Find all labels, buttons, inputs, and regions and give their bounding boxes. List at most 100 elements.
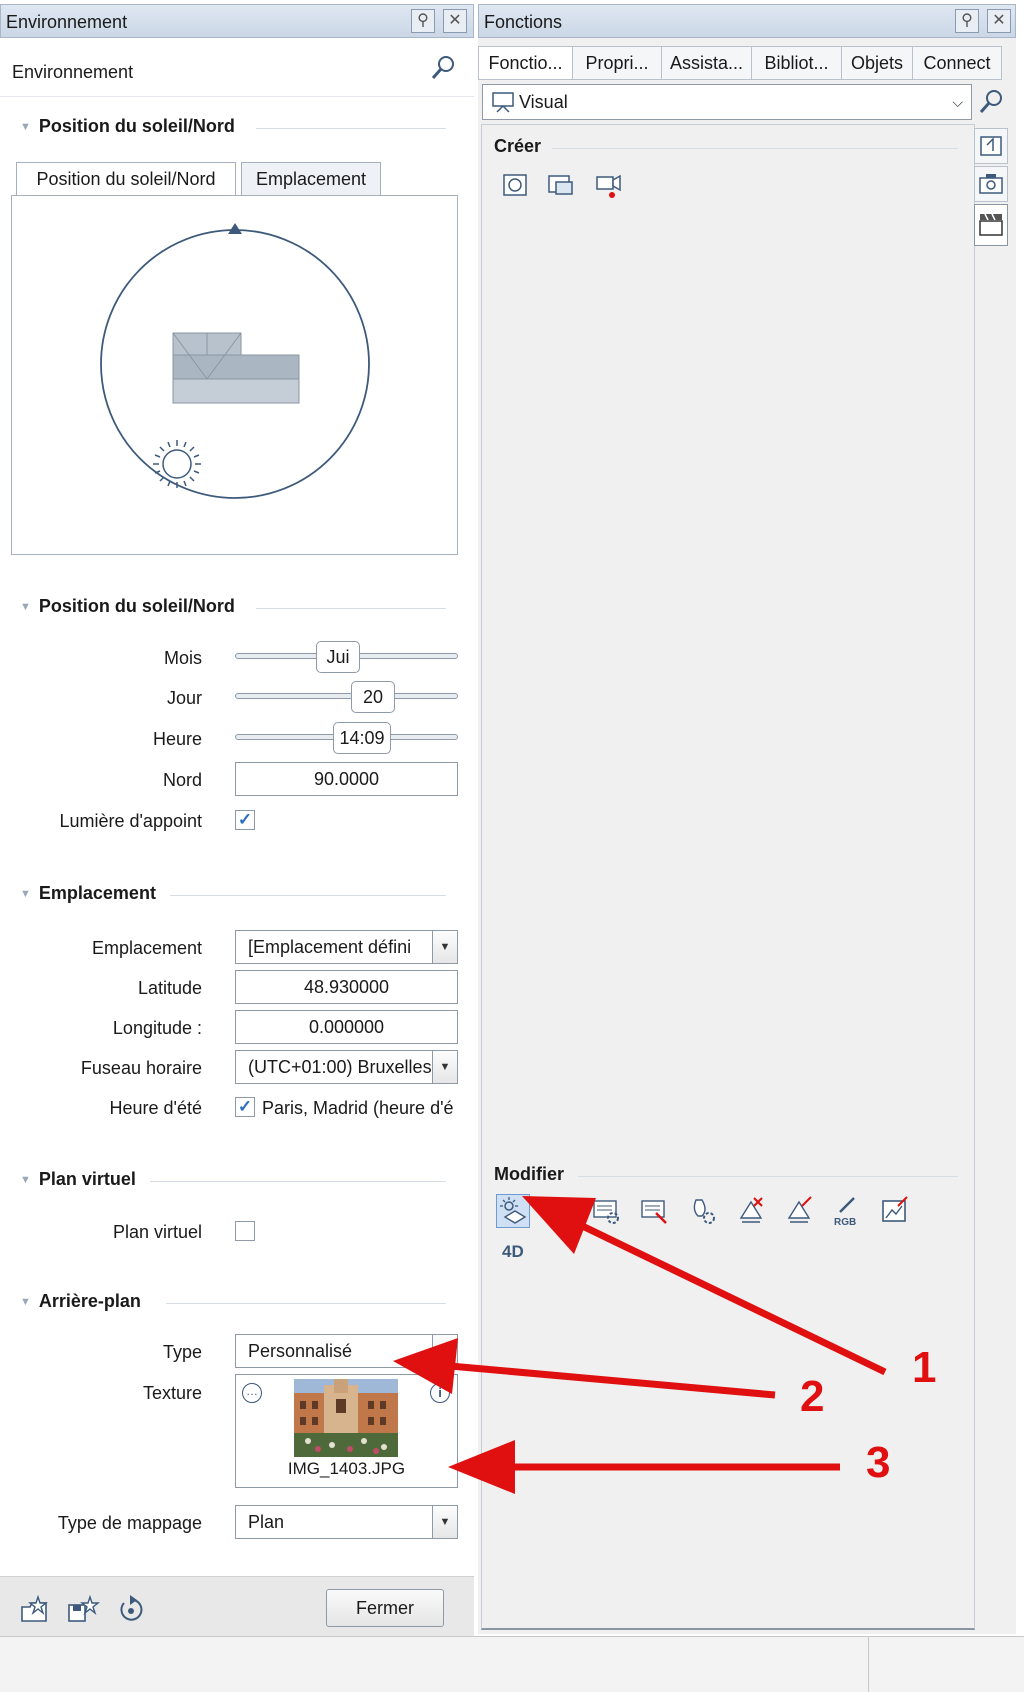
north-label: Nord <box>162 770 202 790</box>
pin-icon[interactable]: ⚲ <box>411 9 435 33</box>
section-virtual-plane[interactable]: ▼ Plan virtuel <box>20 1169 136 1190</box>
mapping-label: Type de mappage <box>57 1513 202 1533</box>
section-line <box>578 1176 958 1177</box>
day-slider-thumb[interactable]: 20 <box>351 681 395 713</box>
section-virtual-plane-label: Plan virtuel <box>38 1169 136 1189</box>
favorites-save-icon[interactable] <box>66 1595 100 1625</box>
annotation-number-3: 3 <box>866 1438 891 1487</box>
location-select[interactable]: [Emplacement défini ▼ <box>235 930 458 964</box>
section-sun-position-label: Position du soleil/Nord <box>38 116 235 136</box>
module-selector[interactable]: Visual ⌵ <box>482 84 972 120</box>
dst-checkbox[interactable]: ✓ <box>235 1097 255 1117</box>
chevron-down-icon[interactable]: ▼ <box>432 1506 457 1538</box>
hour-slider-thumb[interactable]: 14:09 <box>333 722 391 754</box>
latitude-input[interactable]: 48.930000 <box>235 970 458 1004</box>
tab-connect[interactable]: Connect <box>912 46 1002 80</box>
section-sun-params[interactable]: ▼ Position du soleil/Nord <box>20 596 235 617</box>
sun-settings-icon <box>500 1197 527 1224</box>
tab-location[interactable]: Emplacement <box>241 162 381 196</box>
section-background[interactable]: ▼ Arrière-plan <box>20 1291 141 1312</box>
hour-label: Heure <box>152 729 202 749</box>
sun-position-diagram[interactable] <box>11 195 458 555</box>
environment-panel: Environnement ▼ Position du soleil/Nord P… <box>0 38 474 1641</box>
chevron-down-icon[interactable]: ▼ <box>432 1335 457 1367</box>
close-icon[interactable]: ✕ <box>987 9 1011 33</box>
texture-box[interactable]: … i IMG_1403.JPG <box>235 1374 458 1488</box>
svg-text:RGB: RGB <box>834 1217 856 1226</box>
render-delete-icon[interactable] <box>640 1196 670 1226</box>
virtual-plane-label: Plan virtuel <box>112 1222 202 1242</box>
section-line <box>552 148 958 149</box>
search-icon[interactable] <box>976 86 1006 118</box>
record-video-icon[interactable] <box>594 170 624 200</box>
environment-settings-button[interactable] <box>496 1194 530 1228</box>
render-image-icon[interactable] <box>546 170 576 200</box>
close-button[interactable]: Fermer <box>326 1589 444 1627</box>
background-type-value: Personnalisé <box>248 1341 353 1361</box>
tab-library[interactable]: Bibliot... <box>751 46 842 80</box>
collapse-triangle-icon: ▼ <box>20 888 31 901</box>
reset-icon[interactable] <box>116 1595 146 1625</box>
month-label: Mois <box>163 648 202 668</box>
collapse-triangle-icon: ▼ <box>20 1174 31 1187</box>
chevron-down-icon[interactable]: ▼ <box>432 931 457 963</box>
info-icon[interactable]: i <box>430 1383 450 1403</box>
rgb-color-icon[interactable]: RGB <box>832 1196 862 1226</box>
light-settings-icon[interactable] <box>688 1196 718 1226</box>
camera-icon <box>979 174 1003 194</box>
favorites-load-icon[interactable] <box>18 1595 50 1625</box>
section-sun-position[interactable]: ▼ Position du soleil/Nord <box>20 116 235 137</box>
section-background-label: Arrière-plan <box>38 1291 141 1311</box>
more-options-icon[interactable]: … <box>242 1383 262 1403</box>
day-slider-track[interactable] <box>235 693 458 699</box>
section-line <box>166 1303 446 1304</box>
longitude-label: Longitude : <box>112 1018 202 1038</box>
side-tab-2[interactable] <box>974 166 1008 202</box>
tab-objects[interactable]: Objets <box>841 46 913 80</box>
4d-button[interactable]: 4D <box>502 1242 524 1262</box>
background-type-select[interactable]: Personnalisé ▼ <box>235 1334 458 1368</box>
chevron-down-icon[interactable]: ▼ <box>432 1051 457 1083</box>
tab-properties[interactable]: Propri... <box>572 46 662 80</box>
north-input[interactable]: 90.0000 <box>235 762 458 796</box>
camera-viewpoint-icon[interactable] <box>500 170 530 200</box>
divider <box>0 96 474 97</box>
tab-assistants[interactable]: Assista... <box>661 46 752 80</box>
timezone-label: Fuseau horaire <box>80 1058 202 1078</box>
pin-icon[interactable]: ⚲ <box>955 9 979 33</box>
timezone-select[interactable]: (UTC+01:00) Bruxelles ▼ <box>235 1050 458 1084</box>
clapperboard-icon <box>979 213 1003 236</box>
section-line <box>150 1181 446 1182</box>
longitude-input[interactable]: 0.000000 <box>235 1010 458 1044</box>
render-settings-icon[interactable] <box>592 1196 622 1226</box>
image-edit-icon[interactable] <box>880 1196 910 1226</box>
light-add-icon[interactable] <box>736 1196 766 1226</box>
latitude-label: Latitude <box>137 978 202 998</box>
tab-sun-position[interactable]: Position du soleil/Nord <box>16 162 236 196</box>
fill-light-checkbox[interactable]: ✓ <box>235 810 255 830</box>
close-icon[interactable]: ✕ <box>443 9 467 33</box>
light-modify-icon[interactable] <box>784 1196 814 1226</box>
side-tab-3[interactable] <box>974 204 1008 246</box>
modify-section-title: Modifier <box>494 1164 564 1184</box>
search-icon[interactable] <box>430 54 456 82</box>
collapse-triangle-icon: ▼ <box>20 601 31 614</box>
palette-area <box>481 124 975 1630</box>
building-icon <box>172 332 300 404</box>
month-slider-thumb[interactable]: Jui <box>316 641 360 673</box>
module-selector-value: Visual <box>519 92 568 112</box>
sun-icon <box>153 440 201 488</box>
mapping-select[interactable]: Plan ▼ <box>235 1505 458 1539</box>
section-line <box>170 895 446 896</box>
camera-settings-icon[interactable] <box>544 1196 574 1226</box>
day-label: Jour <box>166 688 202 708</box>
location-select-value: [Emplacement défini <box>248 937 412 957</box>
virtual-plane-checkbox[interactable] <box>235 1221 255 1241</box>
collapse-triangle-icon: ▼ <box>20 1296 31 1309</box>
right-window-titlebar: Fonctions ⚲ ✕ <box>478 4 1016 38</box>
tab-functions[interactable]: Fonctio... <box>478 46 573 80</box>
side-tab-1[interactable] <box>974 128 1008 164</box>
section-location[interactable]: ▼ Emplacement <box>20 883 156 904</box>
mapping-select-value: Plan <box>248 1512 285 1532</box>
section-location-label: Emplacement <box>38 883 156 903</box>
